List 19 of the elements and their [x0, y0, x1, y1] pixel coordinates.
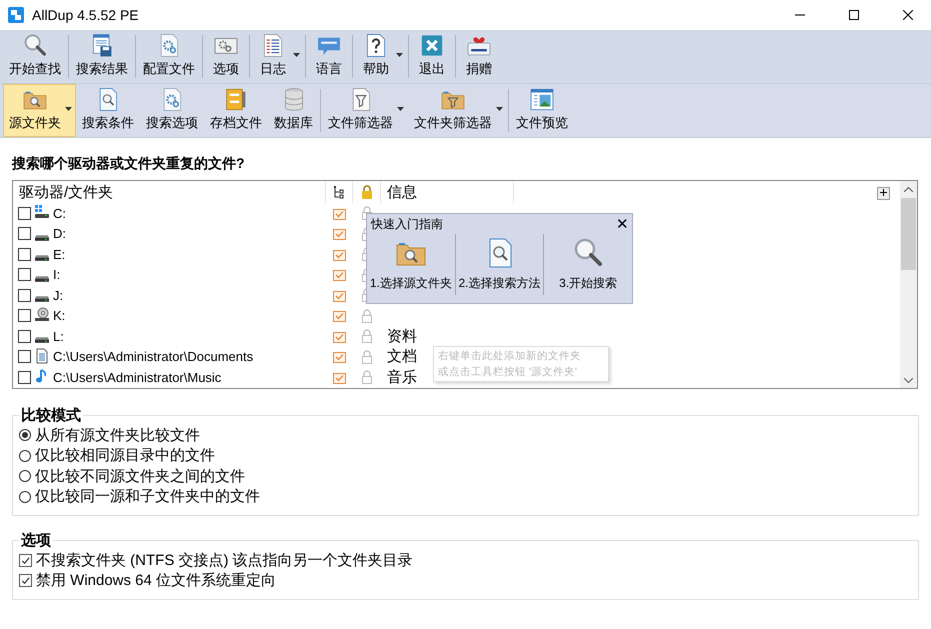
group-title: 选项 — [20, 531, 52, 550]
folder-path: C: — [53, 206, 66, 221]
folder-path: C:\Users\Administrator\Music — [53, 370, 222, 385]
info-text: 音乐 — [387, 368, 417, 386]
folder-path: I: — [53, 267, 60, 282]
folder-path: C:\Users\Administrator\Documents — [53, 349, 254, 364]
group-title: 比较模式 — [20, 406, 82, 425]
panel-title: 快速入门指南 — [371, 216, 443, 232]
folder-path: E: — [53, 246, 66, 262]
info-text: 文档 — [387, 348, 417, 366]
folder-path: K: — [53, 308, 66, 324]
window-title: AllDup 4.5.52 PE — [32, 7, 140, 23]
hint-text: 或点击工具栏按钮 '源文件夹' — [438, 365, 577, 380]
folder-path: L: — [53, 328, 64, 344]
info-text: 资料 — [387, 328, 417, 345]
folder-path: D: — [53, 226, 66, 242]
hint-text: 右键单击此处添加新的文件夹 — [438, 349, 581, 364]
folder-path: J: — [53, 288, 64, 303]
prompt-heading: 搜索哪个驱动器或文件夹重复的文件? — [12, 155, 246, 173]
